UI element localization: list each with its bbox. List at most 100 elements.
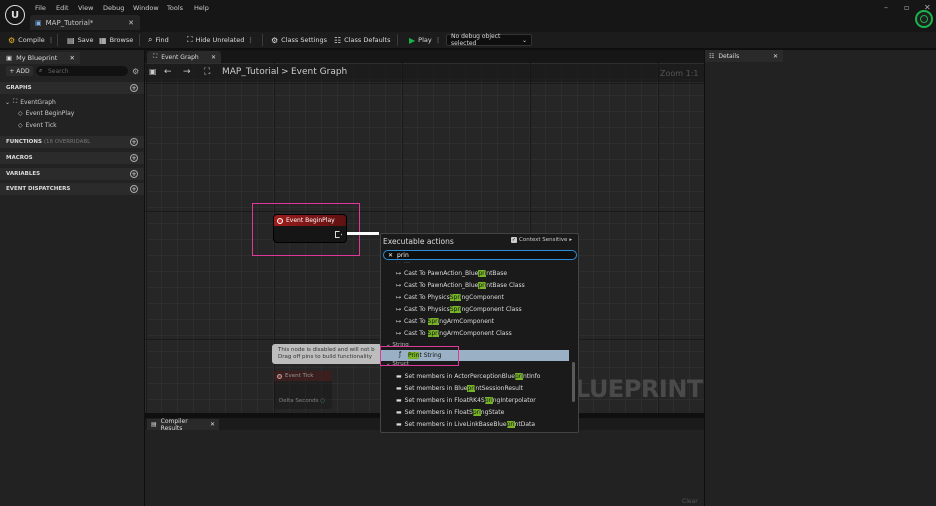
gear-icon: ⚙ (271, 35, 279, 45)
tooltip-line: This node is disabled and will not b (278, 347, 375, 353)
save-button[interactable]: ▤ Save (67, 34, 94, 46)
functions-section-header[interactable]: FUNCTIONS (18 OVERRIDABL + (0, 136, 144, 148)
action-search-input[interactable]: ✕ prin (383, 250, 577, 260)
action-text: ntInfo (522, 373, 541, 380)
menu-file[interactable]: File (35, 4, 46, 12)
minimize-icon[interactable]: – (884, 3, 888, 12)
breadcrumb-root[interactable]: MAP_Tutorial (222, 67, 279, 77)
add-function-icon[interactable]: + (130, 138, 138, 146)
menu-view[interactable]: View (78, 4, 93, 12)
event-dispatchers-section-header[interactable]: EVENT DISPATCHERS + (0, 183, 144, 195)
cast-icon: ↦ (396, 294, 402, 301)
tree-item-eventgraph[interactable]: ⌄ ⛶ EventGraph (5, 98, 56, 106)
action-item[interactable]: ▬ Set members in FloatRK4SpringInterpolat… (396, 397, 536, 404)
details-tab-label: Details (718, 52, 740, 60)
graphs-section-header[interactable]: GRAPHS + (0, 82, 144, 94)
exec-output-pin[interactable] (335, 231, 342, 238)
action-text: Cast To (404, 318, 428, 325)
event-tick-node[interactable]: Event Tick Delta Seconds ○ (274, 371, 332, 409)
options-icon: ⋮ (247, 36, 254, 44)
add-dispatcher-icon[interactable]: + (130, 185, 138, 193)
maximize-icon[interactable]: ▫ (904, 3, 909, 12)
my-blueprint-tab[interactable]: ▣ My Blueprint ✕ (0, 52, 80, 64)
action-item[interactable]: ↦ Cast To SpringArmComponent Class (396, 330, 512, 337)
cast-icon: ↦ (396, 282, 402, 289)
class-settings-button[interactable]: ⚙ Class Settings (271, 34, 327, 46)
close-tab-icon[interactable]: ✕ (773, 53, 778, 60)
context-sensitive-toggle[interactable]: ✓ Context Sensitive ▸ (511, 237, 572, 243)
blueprint-icon: ▣ (35, 18, 42, 27)
macros-section-header[interactable]: MACROS + (0, 152, 144, 164)
action-item[interactable]: ▬ Set members in ActorPerceptionBlueprint… (396, 373, 540, 380)
float-pin-icon: ○ (320, 398, 326, 404)
zoom-level: Zoom 1:1 (660, 69, 699, 78)
action-text: Set members in FloatS (404, 409, 473, 416)
back-arrow-icon[interactable]: ← (164, 67, 172, 77)
compile-button[interactable]: ⚙ Compile ⋮ (8, 34, 54, 46)
menu-debug[interactable]: Debug (103, 4, 124, 12)
action-item[interactable]: ↦ Cast To PawnAction_BlueprintBase Class (396, 282, 525, 289)
action-item[interactable]: ▬ Set members in LiveLinkBaseBlueprintDat… (396, 421, 535, 428)
action-item[interactable]: ↦ Cast To PhysicsSpringComponent Class (396, 306, 522, 313)
settings-gear-icon[interactable]: ⚙ (132, 67, 139, 76)
cast-icon: ↦ (396, 330, 402, 337)
action-item[interactable]: ▬ Set members in BlueprintSessionResult (396, 385, 523, 392)
hide-unrelated-button[interactable]: ⛶ Hide Unrelated ⋮ (187, 34, 254, 46)
action-item[interactable]: ▬ Set members in FloatSpringState (396, 409, 504, 416)
menu-help[interactable]: Help (194, 4, 209, 12)
unreal-logo-icon[interactable]: U (5, 5, 25, 25)
action-text: ngArmComponent Class (439, 330, 512, 337)
close-tab-icon[interactable]: ✕ (70, 54, 75, 62)
delta-seconds-pin[interactable]: Delta Seconds ○ (279, 398, 325, 404)
add-macro-icon[interactable]: + (130, 154, 138, 162)
add-button[interactable]: + ADD (6, 66, 33, 76)
action-menu-scrollbar[interactable] (572, 362, 575, 402)
clear-button[interactable]: Clear (682, 498, 698, 505)
tree-item-event-tick[interactable]: ◇ Event Tick (18, 122, 57, 129)
action-text: Cast To PawnAction_Blue (404, 270, 479, 277)
action-item[interactable]: ↦ Cast To PhysicsSpringComponent (396, 294, 504, 301)
node-title: Event Tick (285, 373, 314, 379)
tooltip-line: Drag off pins to build functionality (278, 353, 372, 360)
graph-tab-bar (145, 50, 704, 63)
add-variable-icon[interactable]: + (130, 170, 138, 178)
category-struct[interactable]: ⌄ Struct (386, 361, 409, 367)
blueprint-search-input[interactable]: ⌕ Search (36, 66, 128, 76)
action-item[interactable]: ↦ Cast To PawnAction_BlueprintBase (396, 270, 507, 277)
event-beginplay-node[interactable]: Event BeginPlay (273, 214, 347, 243)
details-icon: ☷ (709, 52, 715, 60)
document-tab[interactable]: ▣ MAP_Tutorial* ✕ (30, 15, 140, 30)
checkbox-checked-icon: ✓ (511, 237, 517, 243)
node-title: Event BeginPlay (286, 217, 335, 224)
action-search-value: prin (397, 251, 409, 259)
action-text: ntBase Class (486, 282, 525, 289)
find-button[interactable]: ⌕ Find (148, 34, 169, 46)
browse-button[interactable]: ▦ Browse (99, 34, 133, 46)
forward-arrow-icon[interactable]: → (183, 67, 191, 77)
play-button[interactable]: ▶ Play ⋮ (409, 34, 441, 46)
menu-edit[interactable]: Edit (56, 4, 69, 12)
breadcrumb-current[interactable]: Event Graph (291, 67, 347, 77)
tree-item-event-beginplay[interactable]: ◇ Event BeginPlay (18, 110, 74, 117)
match-highlight: Spri (427, 318, 440, 325)
class-defaults-button[interactable]: ☷ Class Defaults (334, 34, 390, 46)
match-highlight: Spri (449, 306, 462, 313)
close-tab-icon[interactable]: ✕ (211, 54, 216, 61)
add-graph-icon[interactable]: + (130, 84, 138, 92)
close-tab-icon[interactable]: ✕ (210, 421, 215, 428)
action-text: Cast To (404, 330, 428, 337)
debug-object-dropdown[interactable]: No debug object selected ⌄ (446, 33, 532, 47)
close-tab-icon[interactable]: ✕ (128, 19, 134, 27)
blueprint-icon: ▣ (6, 54, 13, 62)
variables-section-header[interactable]: VARIABLES + (0, 168, 144, 180)
tab-event-graph[interactable]: ⛶ Event Graph ✕ (147, 51, 221, 63)
blueprint-watermark: LUEPRINT (575, 375, 703, 403)
menu-tools[interactable]: Tools (167, 4, 183, 12)
action-text: Set members in FloatRK4S (404, 397, 485, 404)
tab-details[interactable]: ☷ Details ✕ (705, 50, 783, 62)
clear-search-icon[interactable]: ✕ (388, 252, 393, 259)
source-control-status-icon[interactable] (915, 10, 933, 28)
tab-compiler-results[interactable]: ▤ Compiler Results ✕ (147, 418, 219, 432)
action-item[interactable]: ↦ Cast To SpringArmComponent (396, 318, 494, 325)
menu-window[interactable]: Window (133, 4, 159, 12)
